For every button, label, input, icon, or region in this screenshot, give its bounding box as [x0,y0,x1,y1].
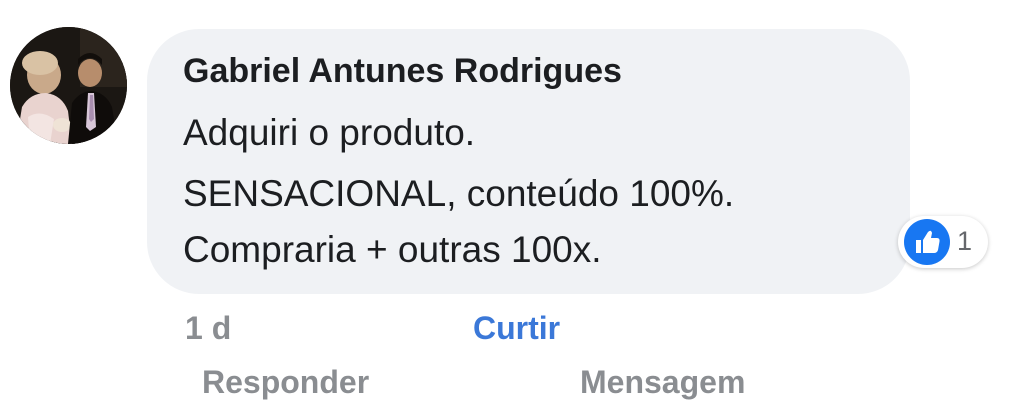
comment-text-line: Adquiri o produto. [183,112,476,153]
message-button[interactable]: Mensagem [580,364,745,401]
reply-button[interactable]: Responder [202,364,369,401]
comment-timestamp[interactable]: 1 d [185,310,231,347]
avatar-photo [10,27,127,144]
reaction-count: 1 [957,226,973,256]
like-button[interactable]: Curtir [473,310,560,347]
comment-card: Gabriel Antunes Rodrigues Adquiri o prod… [0,0,1024,417]
avatar[interactable] [10,27,127,144]
thumbs-up-icon [904,219,950,265]
comment-text-line: Compraria + outras 100x. [183,229,602,270]
comment-text-line: SENSACIONAL, conteúdo 100%. [183,173,735,214]
comment-author[interactable]: Gabriel Antunes Rodrigues [183,52,622,91]
